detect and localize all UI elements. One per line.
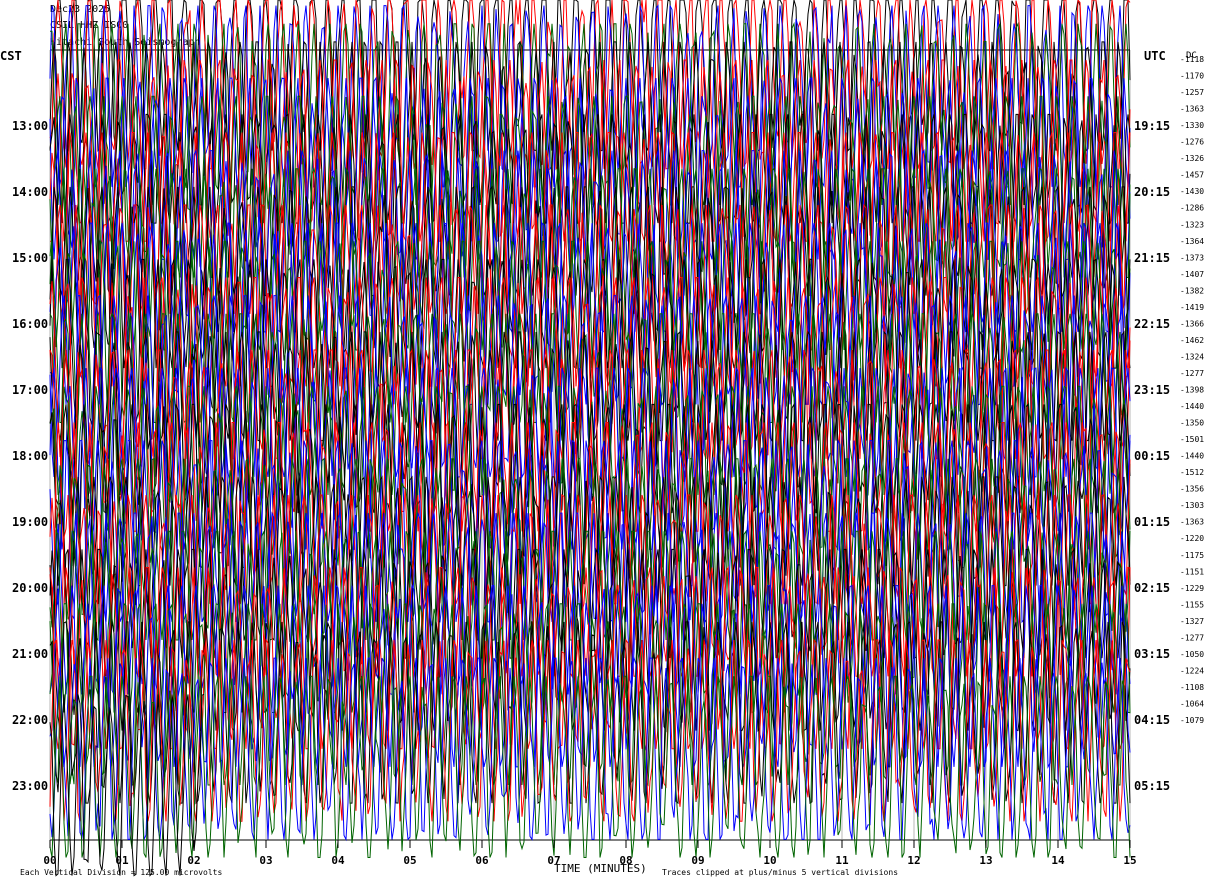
dc-offset-label: -1366 — [1180, 319, 1204, 328]
x-tick-label: 14 — [1051, 854, 1065, 867]
dc-offset-label: -1363 — [1180, 105, 1204, 114]
dc-offset-label: -1327 — [1180, 617, 1204, 626]
dc-offset-label: -1276 — [1180, 138, 1204, 147]
dc-offset-label: -1170 — [1180, 72, 1204, 81]
cst-hour-label: 17:00 — [12, 383, 48, 397]
x-tick-label: 00 — [43, 854, 56, 867]
dc-offset-label: -1326 — [1180, 154, 1204, 163]
utc-hour-label: 00:15 — [1134, 449, 1170, 463]
dc-offset-label: -1050 — [1180, 650, 1204, 659]
dc-offset-label: -1382 — [1180, 286, 1204, 295]
x-tick-label: 06 — [475, 854, 489, 867]
utc-hour-label: 19:15 — [1134, 119, 1170, 133]
utc-hour-labels: 19:15 20:15 21:15 22:15 23:15 00:15 01:15 02:15… — [1134, 119, 1170, 793]
cst-hour-label: 19:00 — [12, 515, 48, 529]
dc-offset-label: -1155 — [1180, 600, 1204, 609]
clip-note: Traces clipped at plus/minus 5 vertical … — [662, 868, 898, 877]
helicorder-chart: 13:00 14:00 15:00 16:00 17:00 18:00 19:00 20:00… — [0, 0, 1204, 877]
dc-offset-label: -1224 — [1180, 666, 1204, 675]
dc-offset-label: -1398 — [1180, 386, 1204, 395]
cst-hour-label: 13:00 — [12, 119, 48, 133]
dc-offset-label: -1330 — [1180, 121, 1204, 130]
cst-hour-label: 18:00 — [12, 449, 48, 463]
dc-offset-label: -1257 — [1180, 88, 1204, 97]
dc-offset-label: -1175 — [1180, 551, 1204, 560]
dc-offset-label: -1457 — [1180, 171, 1204, 180]
x-tick-label: 11 — [835, 854, 849, 867]
dc-offset-label: -1151 — [1180, 567, 1204, 576]
x-tick-label: 10 — [763, 854, 776, 867]
x-tick-label: 02 — [187, 854, 200, 867]
x-tick-label: 15 — [1123, 854, 1136, 867]
dc-offset-label: -1462 — [1180, 336, 1204, 345]
dc-offset-label: -1064 — [1180, 699, 1204, 708]
dc-offset-label: -1324 — [1180, 352, 1204, 361]
seismic-traces — [49, 0, 1131, 877]
cst-hour-label: 22:00 — [12, 713, 48, 727]
utc-hour-label: 03:15 — [1134, 647, 1170, 661]
left-timezone-label: CST — [0, 49, 22, 63]
dc-offset-label: -1440 — [1180, 452, 1204, 461]
x-tick-label: 01 — [115, 854, 129, 867]
dc-offset-label: -1277 — [1180, 633, 1204, 642]
x-tick-label: 04 — [331, 854, 345, 867]
cst-hour-label: 20:00 — [12, 581, 48, 595]
utc-hour-label: 23:15 — [1134, 383, 1170, 397]
dc-offset-label: -1364 — [1180, 237, 1204, 246]
cst-hour-labels: 13:00 14:00 15:00 16:00 17:00 18:00 19:00 20:00… — [12, 119, 48, 793]
x-axis-title: TIME (MINUTES) — [554, 862, 647, 875]
dc-offset-label: -1373 — [1180, 253, 1204, 262]
utc-hour-label: 22:15 — [1134, 317, 1170, 331]
cst-hour-label: 23:00 — [12, 779, 48, 793]
dc-header-label: DC — [1186, 51, 1197, 61]
utc-hour-label: 01:15 — [1134, 515, 1170, 529]
cst-hour-label: 16:00 — [12, 317, 48, 331]
dc-offset-label: -1350 — [1180, 419, 1204, 428]
dc-offset-label: -1229 — [1180, 584, 1204, 593]
utc-hour-label: 02:15 — [1134, 581, 1170, 595]
dc-offset-label: -1277 — [1180, 369, 1204, 378]
cst-hour-label: 15:00 — [12, 251, 48, 265]
utc-hour-label: 05:15 — [1134, 779, 1170, 793]
utc-hour-label: 20:15 — [1134, 185, 1170, 199]
dc-offset-label: -1501 — [1180, 435, 1204, 444]
dc-offset-label: -1419 — [1180, 303, 1204, 312]
scale-note: Each Vertical Division = 125.00 microvol… — [20, 868, 222, 877]
utc-hour-label: 04:15 — [1134, 713, 1170, 727]
dc-offset-labels: -1118-1170-1257-1363-1330-1276-1326-1457… — [1180, 55, 1204, 725]
dc-offset-label: -1079 — [1180, 716, 1204, 725]
dc-offset-label: -1363 — [1180, 518, 1204, 527]
x-tick-label: 03 — [259, 854, 272, 867]
dc-offset-label: -1286 — [1180, 204, 1204, 213]
dc-offset-label: -1512 — [1180, 468, 1204, 477]
dc-offset-label: -1407 — [1180, 270, 1204, 279]
x-tick-label: 05 — [403, 854, 416, 867]
utc-hour-label: 21:15 — [1134, 251, 1170, 265]
dc-offset-label: -1220 — [1180, 534, 1204, 543]
dc-offset-label: -1108 — [1180, 683, 1204, 692]
x-tick-label: 13 — [979, 854, 992, 867]
cst-hour-label: 21:00 — [12, 647, 48, 661]
dc-offset-label: -1430 — [1180, 187, 1204, 196]
x-tick-label: 12 — [907, 854, 920, 867]
dc-offset-label: -1303 — [1180, 501, 1204, 510]
dc-offset-label: -1323 — [1180, 220, 1204, 229]
dc-offset-label: -1440 — [1180, 402, 1204, 411]
dc-offset-label: -1356 — [1180, 485, 1204, 494]
right-timezone-label: UTC — [1144, 49, 1166, 63]
cst-hour-label: 14:00 — [12, 185, 48, 199]
x-tick-label: 09 — [691, 854, 704, 867]
